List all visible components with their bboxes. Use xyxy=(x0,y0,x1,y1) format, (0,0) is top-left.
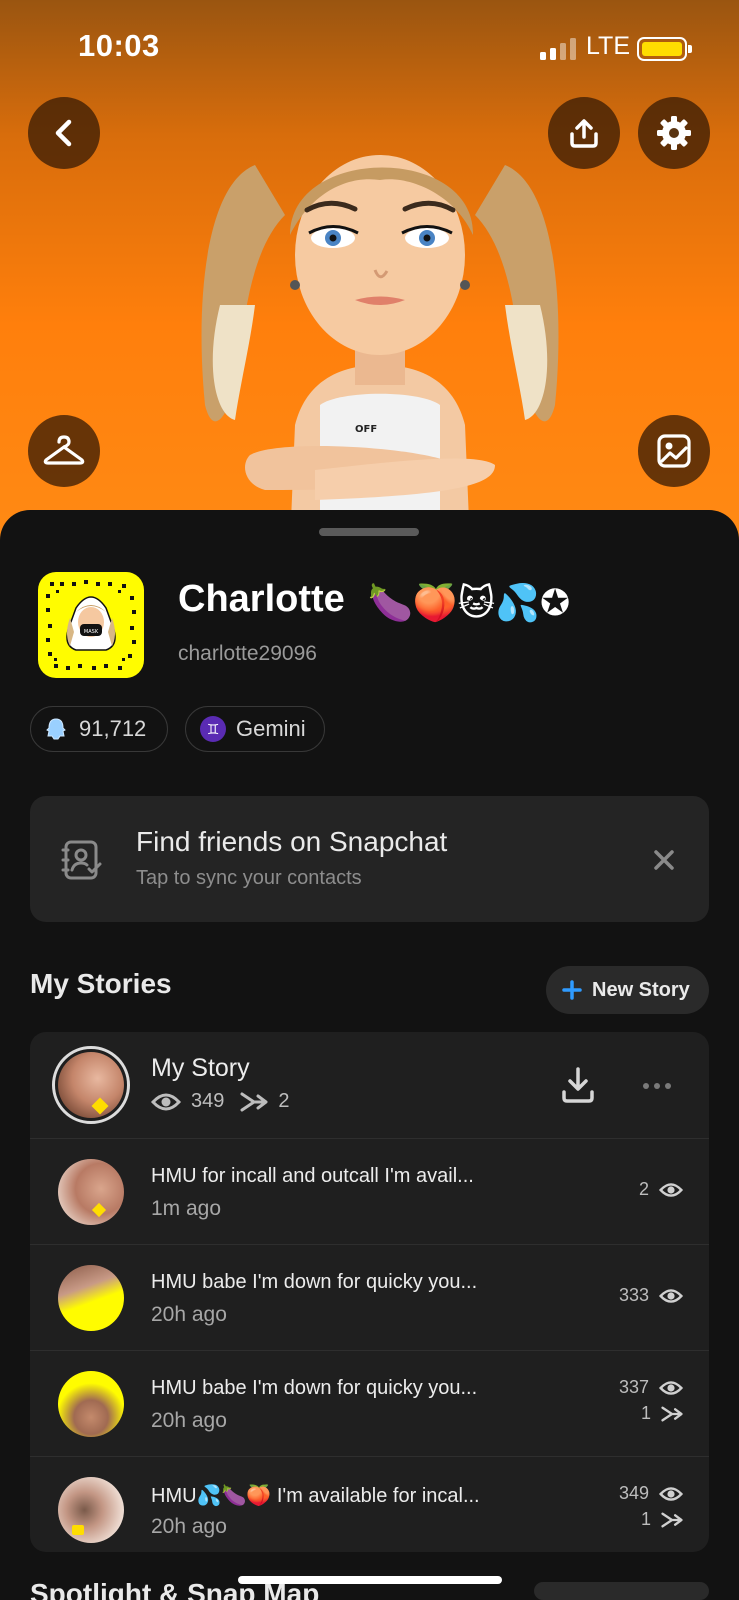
screenshot-icon xyxy=(661,1512,683,1527)
more-icon[interactable] xyxy=(642,1082,672,1090)
screenshot-icon xyxy=(240,1092,268,1111)
snap-thumbnail xyxy=(58,1477,124,1543)
snap-thumbnail xyxy=(58,1265,124,1331)
snap-views: 349 xyxy=(619,1483,683,1504)
status-bar: 10:03 LTE xyxy=(0,0,739,90)
battery-icon xyxy=(637,37,692,61)
bitmoji-selfie-button[interactable] xyxy=(638,415,710,487)
my-story-stats: 349 2 xyxy=(151,1090,290,1113)
snapcode-icon: MASK xyxy=(46,580,136,670)
story-snap-row[interactable]: HMU babe I'm down for quicky you... 20h … xyxy=(30,1244,709,1350)
profile-header-banner: 10:03 LTE OFF xyxy=(0,0,739,540)
profile-sheet: MASK Charlotte 🍆🍑🐱💦✪ charlotte29096 91,7… xyxy=(0,510,739,1600)
bitmoji-avatar[interactable]: OFF xyxy=(195,105,565,540)
my-story-screenshots: 2 xyxy=(278,1090,290,1112)
snap-screenshots: 1 xyxy=(641,1403,683,1424)
upload-icon xyxy=(570,119,598,148)
gear-icon xyxy=(657,116,691,150)
snap-time: 20h ago xyxy=(151,1303,227,1326)
story-ring xyxy=(52,1046,130,1124)
gemini-icon: ♊ xyxy=(200,716,226,742)
story-snap-row[interactable]: HMU for incall and outcall I'm avail... … xyxy=(30,1138,709,1244)
contacts-sync-icon xyxy=(61,840,102,880)
home-indicator[interactable] xyxy=(238,1576,502,1584)
back-button[interactable] xyxy=(28,97,100,169)
spotlight-section-button[interactable] xyxy=(534,1582,709,1600)
eye-icon xyxy=(659,1288,683,1303)
eye-icon xyxy=(659,1486,683,1501)
eye-icon xyxy=(151,1093,181,1110)
snap-views: 333 xyxy=(619,1285,683,1306)
snap-views-count: 337 xyxy=(618,1377,649,1397)
share-profile-button[interactable] xyxy=(548,97,620,169)
snap-screenshots-count: 1 xyxy=(640,1509,651,1529)
chevron-left-icon xyxy=(55,119,72,147)
screenshot-icon xyxy=(661,1406,683,1421)
snap-caption-emojis: 💦🍆🍑 xyxy=(196,1485,272,1507)
outfit-button[interactable] xyxy=(28,415,100,487)
snap-thumbnail xyxy=(58,1159,124,1225)
snap-caption: HMU babe I'm down for quicky you... xyxy=(151,1377,478,1399)
my-story-title: My Story xyxy=(151,1054,250,1082)
snap-caption-prefix: HMU xyxy=(151,1485,197,1507)
snap-thumbnail xyxy=(58,1371,124,1437)
snap-caption: HMU babe I'm down for quicky you... xyxy=(151,1271,478,1293)
image-icon xyxy=(657,434,691,468)
display-name-emojis: 🍆🍑🐱💦✪ xyxy=(368,580,570,626)
my-story-row[interactable]: My Story 349 2 xyxy=(30,1032,709,1138)
new-story-label: New Story xyxy=(592,978,690,1001)
network-type: LTE xyxy=(586,32,630,60)
snap-time: 1m ago xyxy=(151,1197,222,1220)
snap-views-count: 349 xyxy=(618,1483,649,1503)
find-friends-card[interactable]: Find friends on Snapchat Tap to sync you… xyxy=(30,796,709,922)
snap-views: 2 xyxy=(639,1179,683,1200)
download-icon[interactable] xyxy=(560,1066,596,1104)
story-snap-row[interactable]: HMU💦🍆🍑 I'm available for incal... 20h ag… xyxy=(30,1456,709,1552)
snap-views-count: 2 xyxy=(638,1179,649,1199)
find-friends-title: Find friends on Snapchat xyxy=(136,826,448,857)
settings-button[interactable] xyxy=(638,97,710,169)
find-friends-subtitle: Tap to sync your contacts xyxy=(136,867,362,889)
snapcode[interactable]: MASK xyxy=(38,572,144,678)
new-story-button[interactable]: New Story xyxy=(546,966,709,1014)
snap-score: 91,712 xyxy=(79,716,147,741)
zodiac-pill[interactable]: ♊ Gemini xyxy=(185,706,325,752)
svg-text:OFF: OFF xyxy=(355,424,377,435)
sheet-drag-handle[interactable] xyxy=(319,528,419,536)
my-stories-title: My Stories xyxy=(30,968,172,999)
eye-icon xyxy=(659,1380,683,1395)
username[interactable]: charlotte29096 xyxy=(178,642,317,666)
story-snap-row[interactable]: HMU babe I'm down for quicky you... 20h … xyxy=(30,1350,709,1456)
snap-caption: HMU💦🍆🍑 I'm available for incal... xyxy=(151,1483,480,1508)
close-icon[interactable] xyxy=(652,848,676,872)
sticker-icon xyxy=(91,1097,109,1115)
name-emoji-text: 🍆🍑🐱💦✪ xyxy=(368,582,571,623)
snap-caption: HMU for incall and outcall I'm avail... xyxy=(151,1165,474,1187)
snap-time: 20h ago xyxy=(151,1409,227,1432)
ghost-icon xyxy=(46,718,66,740)
my-stories-list: My Story 349 2 HMU for incall and outcal… xyxy=(30,1032,709,1552)
plus-icon xyxy=(562,980,582,1000)
snap-score-pill[interactable]: 91,712 xyxy=(30,706,168,752)
snap-screenshots: 1 xyxy=(641,1509,683,1530)
hanger-icon xyxy=(43,435,85,465)
zodiac-sign: Gemini xyxy=(236,716,306,741)
signal-icon xyxy=(540,38,578,60)
snap-views: 337 xyxy=(619,1377,683,1398)
snap-screenshots-count: 1 xyxy=(640,1403,651,1423)
svg-text:MASK: MASK xyxy=(84,629,99,635)
zodiac-symbol: ♊ xyxy=(206,720,220,737)
eye-icon xyxy=(659,1182,683,1197)
snap-views-count: 333 xyxy=(618,1285,649,1305)
snap-caption-text: I'm available for incal... xyxy=(271,1485,480,1507)
snap-time: 20h ago xyxy=(151,1515,227,1538)
display-name: Charlotte xyxy=(178,578,345,620)
story-thumbnail xyxy=(58,1052,124,1118)
my-story-views: 349 xyxy=(191,1090,225,1112)
status-time: 10:03 xyxy=(78,28,160,63)
